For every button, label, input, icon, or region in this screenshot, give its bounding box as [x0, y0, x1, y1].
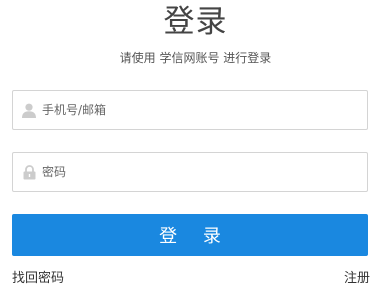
page-title: 登录: [163, 4, 228, 40]
login-page: 登录 请使用 学信网账号 进行登录 登 录 找回密码 注册: [0, 0, 391, 300]
login-button[interactable]: 登 录: [12, 214, 368, 256]
register-link[interactable]: 注册: [344, 270, 370, 288]
forgot-password-link[interactable]: 找回密码: [12, 270, 64, 288]
username-field[interactable]: [12, 90, 368, 130]
lock-icon: [21, 164, 37, 180]
login-subtitle: 请使用 学信网账号 进行登录: [119, 51, 272, 65]
username-input[interactable]: [42, 95, 367, 125]
user-icon: [21, 102, 37, 118]
password-field[interactable]: [12, 152, 368, 192]
password-input[interactable]: [42, 157, 367, 187]
